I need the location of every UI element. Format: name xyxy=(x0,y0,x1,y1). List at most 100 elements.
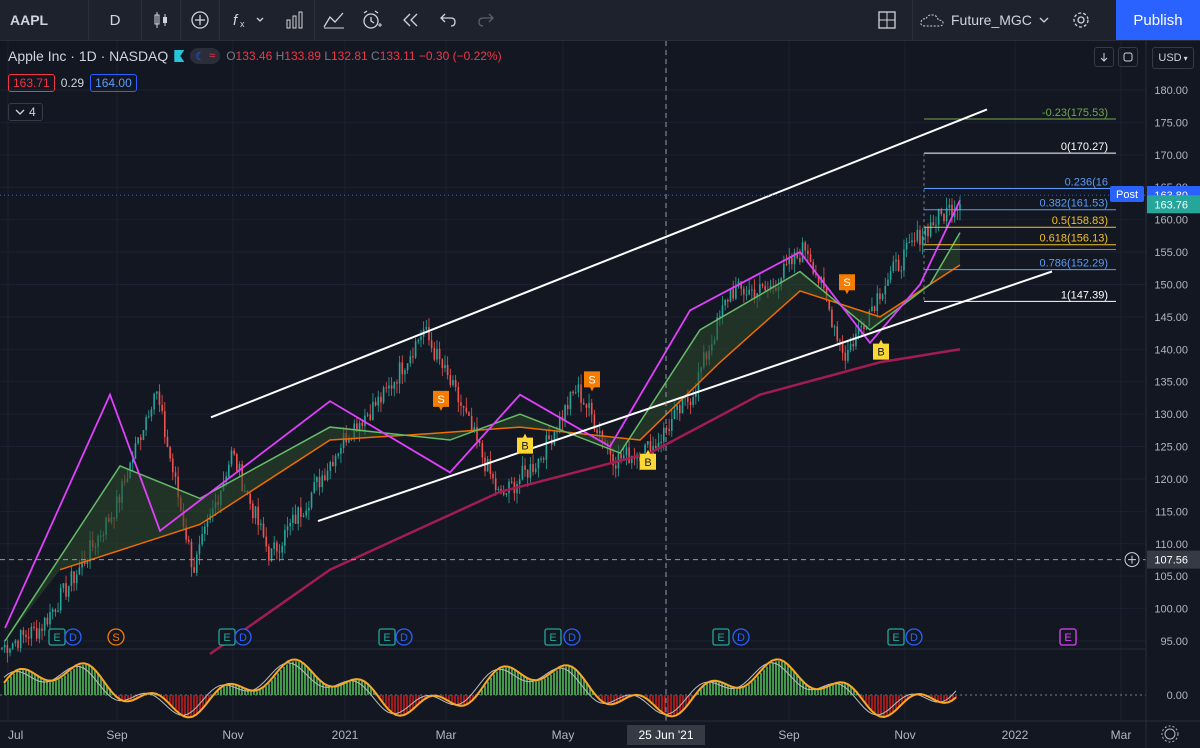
dividend-marker[interactable]: D xyxy=(395,628,413,646)
time-tick-label: Mar xyxy=(436,728,457,742)
osc-bar xyxy=(406,695,408,714)
redo-button[interactable] xyxy=(467,0,505,40)
osc-bar xyxy=(271,680,273,695)
currency-button[interactable]: USD ▾ xyxy=(1152,47,1194,69)
earnings-marker[interactable]: E xyxy=(378,628,396,646)
osc-bar xyxy=(868,695,870,707)
osc-bar xyxy=(835,683,837,695)
split-marker[interactable]: S xyxy=(107,628,125,646)
oscillator-pane xyxy=(0,658,1146,719)
event-label: E xyxy=(549,632,556,644)
candle-body xyxy=(540,458,542,460)
osc-bar xyxy=(40,678,42,695)
candle-body xyxy=(438,348,441,360)
osc-bar xyxy=(70,670,72,695)
osc-bar xyxy=(721,682,723,695)
candle-body xyxy=(876,293,879,312)
osc-bar xyxy=(484,685,486,695)
indicators-toggle[interactable]: 4 xyxy=(8,103,43,121)
osc-bar xyxy=(76,666,78,695)
dividend-marker[interactable]: D xyxy=(905,628,923,646)
earnings-marker[interactable]: E xyxy=(218,628,236,646)
channel-lower-line[interactable] xyxy=(317,270,1053,523)
candle-body xyxy=(473,427,476,430)
osc-bar xyxy=(712,681,714,695)
financials-button[interactable] xyxy=(276,0,314,40)
earnings-marker[interactable]: E xyxy=(712,628,730,646)
channel-upper-line[interactable] xyxy=(210,108,988,419)
price-axis[interactable]: 180.00175.00170.00165.00160.00155.00150.… xyxy=(1110,41,1200,748)
fib-level-label: 0.5(158.83) xyxy=(1052,215,1108,227)
candle-body xyxy=(14,640,17,644)
osc-bar xyxy=(334,687,336,695)
osc-bar xyxy=(280,669,282,695)
osc-bar xyxy=(451,695,453,703)
dividend-marker[interactable]: D xyxy=(563,628,581,646)
osc-bar xyxy=(769,664,771,695)
osc-bar xyxy=(937,695,939,701)
layout-grid-button[interactable] xyxy=(868,0,906,40)
flag-icon[interactable] xyxy=(174,50,185,62)
earnings-marker[interactable]: E xyxy=(544,628,562,646)
candle-body xyxy=(900,270,903,272)
osc-bar xyxy=(343,684,345,695)
sell-signal: S xyxy=(433,390,449,411)
dividend-marker[interactable]: D xyxy=(732,628,750,646)
osc-bar xyxy=(511,668,513,695)
buy-price-button[interactable]: 164.00 xyxy=(90,74,137,92)
candle-body xyxy=(497,488,500,491)
grid-lines xyxy=(0,41,1146,721)
candle-body xyxy=(526,469,529,478)
interval-button[interactable]: D xyxy=(89,0,141,40)
arrow-down-icon xyxy=(1100,53,1108,62)
fibonacci-retracement[interactable]: -0.23(175.53) 0(170.27) 0.236(16 0.382(161.… xyxy=(923,107,1116,302)
time-axis[interactable]: JulSepNov2021MarMayJulSepNov2022Mar25 Ju… xyxy=(0,720,1200,745)
close-value: 133.11 xyxy=(379,49,416,63)
osc-bar xyxy=(391,695,393,712)
settings-button[interactable] xyxy=(1062,0,1100,40)
osc-bar xyxy=(388,695,390,709)
dividend-marker[interactable]: D xyxy=(234,628,252,646)
indicators-button[interactable]: fx xyxy=(220,0,276,40)
sell-price-button[interactable]: 163.71 xyxy=(8,74,55,92)
undo-button[interactable] xyxy=(429,0,467,40)
crosshair-plus-button[interactable] xyxy=(1124,552,1140,568)
candle-body xyxy=(206,519,209,527)
templates-button[interactable] xyxy=(315,0,353,40)
osc-bar xyxy=(490,677,492,695)
earnings-marker[interactable]: E xyxy=(48,628,66,646)
price-chart[interactable]: -0.23(175.53) 0(170.27) 0.236(16 0.382(161.… xyxy=(0,41,1200,748)
osc-bar xyxy=(748,684,750,695)
pane-maximize-button[interactable] xyxy=(1118,47,1138,67)
time-axis-settings-button[interactable] xyxy=(1161,725,1179,743)
replay-button[interactable] xyxy=(391,0,429,40)
bar-chart-icon xyxy=(286,11,303,29)
signal-label: S xyxy=(843,277,850,289)
candle-body xyxy=(196,554,198,573)
compare-button[interactable] xyxy=(181,0,219,40)
symbol-search-button[interactable]: AAPL xyxy=(0,12,88,28)
event-label: D xyxy=(737,632,745,644)
candle-body xyxy=(836,326,839,341)
open-label: O xyxy=(226,49,236,63)
dividend-marker[interactable]: D xyxy=(64,628,82,646)
layout-name[interactable]: Future_MGC xyxy=(951,12,1032,28)
candle-body xyxy=(409,356,412,364)
chevron-down-icon[interactable] xyxy=(1038,14,1050,26)
symbol-title[interactable]: Apple Inc · 1D · NASDAQ xyxy=(8,48,168,64)
market-status[interactable]: ☾ ≈ xyxy=(190,48,221,64)
pane-down-button[interactable] xyxy=(1094,47,1114,67)
alert-button[interactable] xyxy=(353,0,391,40)
candle-body xyxy=(30,626,33,639)
chart-type-button[interactable] xyxy=(142,0,180,40)
earnings-marker[interactable]: E xyxy=(887,628,905,646)
candle-body xyxy=(19,630,22,649)
candle-body xyxy=(569,391,572,410)
publish-button[interactable]: Publish xyxy=(1116,0,1200,40)
candle-body xyxy=(727,299,729,302)
candle-body xyxy=(553,432,556,445)
candle-body xyxy=(262,523,265,537)
earnings-marker[interactable]: E xyxy=(1059,628,1077,646)
candle-body xyxy=(566,405,569,410)
candle-body xyxy=(38,628,41,639)
